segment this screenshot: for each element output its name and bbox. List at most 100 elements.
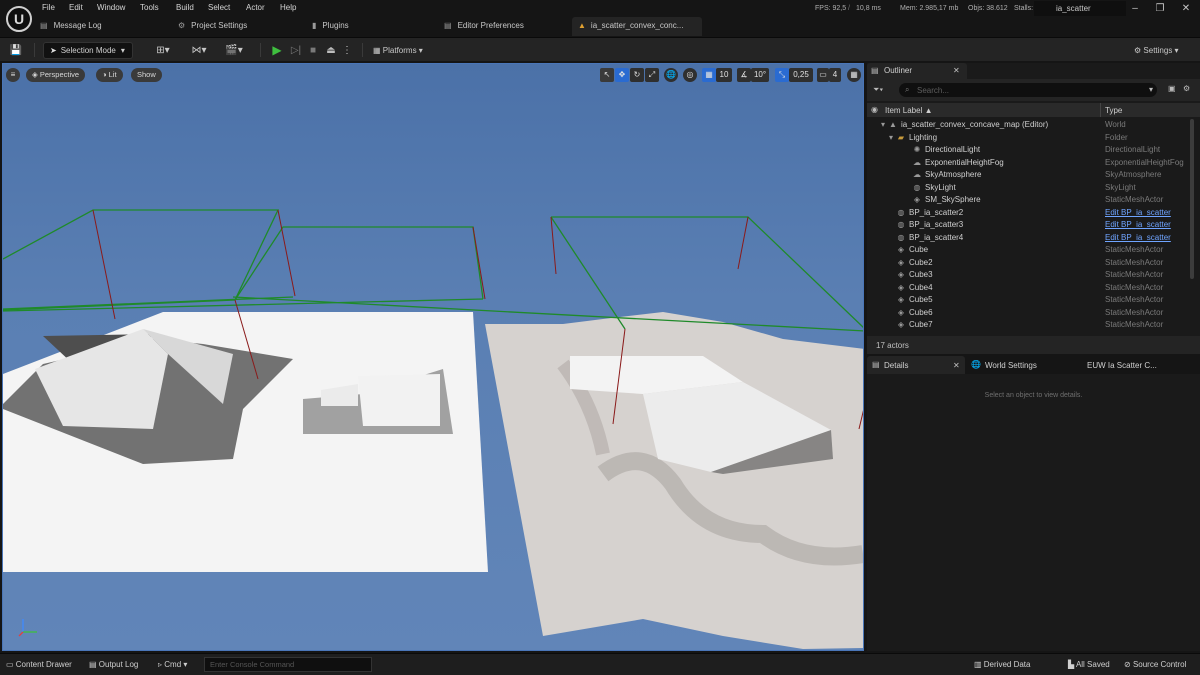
outliner-scrollbar[interactable]	[1190, 119, 1194, 279]
menu-actor[interactable]: Actor	[246, 3, 265, 15]
source-control-button[interactable]: ⊘ Source Control	[1124, 659, 1186, 671]
outliner-tab[interactable]: ▤ Outliner ✕	[867, 63, 967, 79]
outliner-row[interactable]: ◈ Cube StaticMeshActor	[867, 244, 1200, 257]
outliner-row[interactable]: ◈ SM_SkySphere StaticMeshActor	[867, 194, 1200, 207]
settings-dropdown[interactable]: ⚙ Settings ▾	[1134, 42, 1194, 59]
rotation-snap-value[interactable]: 10°	[751, 68, 769, 82]
scale-snap-icon[interactable]: ⤡	[775, 68, 789, 82]
content-drawer-button[interactable]: ▭ Content Drawer	[6, 659, 72, 671]
column-type[interactable]: Type	[1105, 106, 1122, 115]
expander-arrow-icon[interactable]: ▾	[879, 121, 887, 129]
close-tab-icon[interactable]: ✕	[953, 66, 960, 75]
minimize-icon[interactable]: –	[1123, 2, 1147, 16]
save-icon[interactable]: 💾	[8, 42, 24, 59]
perspective-dropdown[interactable]: ◈ Perspective	[26, 68, 86, 82]
console-command-input[interactable]: Enter Console Command	[204, 657, 372, 672]
gear-icon[interactable]: ⚙	[1183, 84, 1190, 93]
outliner-row[interactable]: ◍ BP_ia_scatter4 Edit BP_ia_scatter	[867, 232, 1200, 245]
expander-arrow-icon[interactable]: ▾	[887, 133, 895, 142]
rotation-snap-icon[interactable]: ∡	[737, 68, 751, 82]
level-viewport[interactable]: ≡ ◈ Perspective ◑ Lit Show ↖ ✥ ↻ ⤢ 🌐 ◎ ▦…	[2, 63, 864, 651]
outliner-row[interactable]: ☁ ExponentialHeightFog ExponentialHeightFo…	[867, 157, 1200, 170]
show-dropdown[interactable]: Show	[131, 68, 162, 82]
unreal-logo-icon[interactable]: U	[6, 6, 32, 32]
world-local-icon[interactable]: 🌐	[664, 68, 678, 82]
viewport-menu-icon[interactable]: ≡	[6, 68, 20, 82]
translate-tool-icon[interactable]: ✥	[615, 68, 629, 82]
outliner-header: ◉ Item Label ▲ Type	[867, 103, 1200, 117]
advance-frame-icon[interactable]: ▷|	[289, 42, 303, 59]
stop-icon[interactable]: ■	[306, 42, 320, 59]
close-window-icon[interactable]: ✕	[1174, 2, 1198, 16]
outliner-row-type[interactable]: Edit BP_ia_scatter	[1105, 232, 1171, 245]
tab-message-log[interactable]: ▤ Message Log	[40, 17, 170, 36]
cinematics-icon[interactable]: 🎬▾	[222, 42, 246, 59]
tab-world-settings[interactable]: 🌐 World Settings	[967, 356, 1077, 374]
maximize-icon[interactable]: ❐	[1148, 2, 1172, 16]
outliner-row[interactable]: ◈ Cube2 StaticMeshActor	[867, 257, 1200, 270]
menu-build[interactable]: Build	[176, 3, 194, 15]
tab-euw-ia-scatter[interactable]: EUW Ia Scatter C...	[1083, 356, 1193, 374]
menu-select[interactable]: Select	[208, 3, 230, 15]
menu-help[interactable]: Help	[280, 3, 296, 15]
cmd-dropdown[interactable]: ▹ Cmd ▾	[158, 659, 187, 671]
outliner-row[interactable]: ☁ SkyAtmosphere SkyAtmosphere	[867, 169, 1200, 182]
visibility-icon[interactable]: ◉	[871, 105, 878, 114]
menu-edit[interactable]: Edit	[69, 3, 83, 15]
selection-mode-dropdown[interactable]: ➤ Selection Mode ▾	[43, 42, 133, 59]
tab-details[interactable]: ▤ Details ✕	[867, 356, 965, 374]
scale-tool-icon[interactable]: ⤢	[645, 68, 659, 82]
output-log-button[interactable]: ▤ Output Log	[89, 659, 138, 671]
platforms-dropdown[interactable]: ▦ Platforms ▾	[373, 42, 439, 59]
outliner-row[interactable]: ◈ Cube7 StaticMeshActor	[867, 319, 1200, 332]
menu-file[interactable]: File	[42, 3, 55, 15]
tab-label: Message Log	[53, 21, 102, 30]
outliner-row[interactable]: ▾ ▲ ia_scatter_convex_concave_map (Editor)…	[867, 119, 1200, 132]
outliner-row[interactable]: ◍ BP_ia_scatter3 Edit BP_ia_scatter	[867, 219, 1200, 232]
add-folder-icon[interactable]: ▣	[1168, 84, 1176, 93]
add-actor-icon[interactable]: ⊞▾	[152, 42, 174, 59]
tab-editor-preferences[interactable]: ▤ Editor Preferences	[444, 17, 566, 36]
grid-snap-icon[interactable]: ▦	[702, 68, 716, 82]
filter-icon[interactable]: ⏷▾	[873, 85, 883, 95]
outliner-row[interactable]: ◈ Cube4 StaticMeshActor	[867, 282, 1200, 295]
outliner-row[interactable]: ▾ ▰ Lighting Folder	[867, 132, 1200, 145]
close-tab-icon[interactable]: ✕	[953, 361, 960, 370]
details-empty-message: Select an object to view details.	[984, 392, 1083, 399]
rotate-tool-icon[interactable]: ↻	[630, 68, 644, 82]
surface-snap-icon[interactable]: ◎	[683, 68, 697, 82]
eject-icon[interactable]: ⏏	[324, 42, 338, 59]
maximize-viewport-icon[interactable]: ▦	[847, 68, 861, 82]
play-options-icon[interactable]: ⋮	[342, 42, 352, 59]
select-tool-icon[interactable]: ↖	[600, 68, 614, 82]
menu-window[interactable]: Window	[97, 3, 125, 15]
menu-tools[interactable]: Tools	[140, 3, 159, 15]
chevron-down-icon[interactable]: ▾	[1149, 85, 1153, 94]
outliner-tree: ▾ ▲ ia_scatter_convex_concave_map (Editor)…	[867, 119, 1200, 333]
lit-dropdown[interactable]: ◑ Lit	[96, 68, 123, 82]
scale-snap-value[interactable]: 0,25	[789, 68, 813, 82]
outliner-row-label: BP_ia_scatter2	[909, 207, 964, 217]
outliner-row[interactable]: ◈ Cube3 StaticMeshActor	[867, 269, 1200, 282]
tab-plugins[interactable]: ▮ Plugins	[312, 17, 432, 36]
outliner-row-type[interactable]: Edit BP_ia_scatter	[1105, 219, 1171, 232]
search-field[interactable]: ⌕ Search... ▾	[899, 83, 1157, 97]
tab-level-map[interactable]: ▲ ia_scatter_convex_conc...	[572, 17, 702, 36]
camera-speed-value[interactable]: 4	[829, 68, 841, 82]
outliner-row-type[interactable]: Edit BP_ia_scatter	[1105, 207, 1171, 220]
outliner-row[interactable]: ◍ SkyLight SkyLight	[867, 182, 1200, 195]
outliner-row[interactable]: ◈ Cube6 StaticMeshActor	[867, 307, 1200, 320]
grid-snap-value[interactable]: 10	[716, 68, 732, 82]
derived-data-label: Derived Data	[983, 660, 1031, 669]
blueprint-icon[interactable]: ⋈▾	[186, 42, 212, 59]
tab-project-settings[interactable]: ⚙ Project Settings	[178, 17, 308, 36]
outliner-row[interactable]: ◈ Cube5 StaticMeshActor	[867, 294, 1200, 307]
outliner-row[interactable]: ◍ BP_ia_scatter2 Edit BP_ia_scatter	[867, 207, 1200, 220]
camera-speed-icon[interactable]: ▭	[817, 68, 829, 82]
column-item-label[interactable]: Item Label ▲	[885, 106, 933, 115]
outliner-row[interactable]: ✺ DirectionalLight DirectionalLight	[867, 144, 1200, 157]
derived-data-button[interactable]: ▥ Derived Data	[974, 659, 1030, 671]
all-saved-button[interactable]: ▙ All Saved	[1068, 659, 1110, 671]
settings-icon: ⚙	[178, 21, 186, 30]
play-icon[interactable]: ▶	[270, 42, 284, 59]
